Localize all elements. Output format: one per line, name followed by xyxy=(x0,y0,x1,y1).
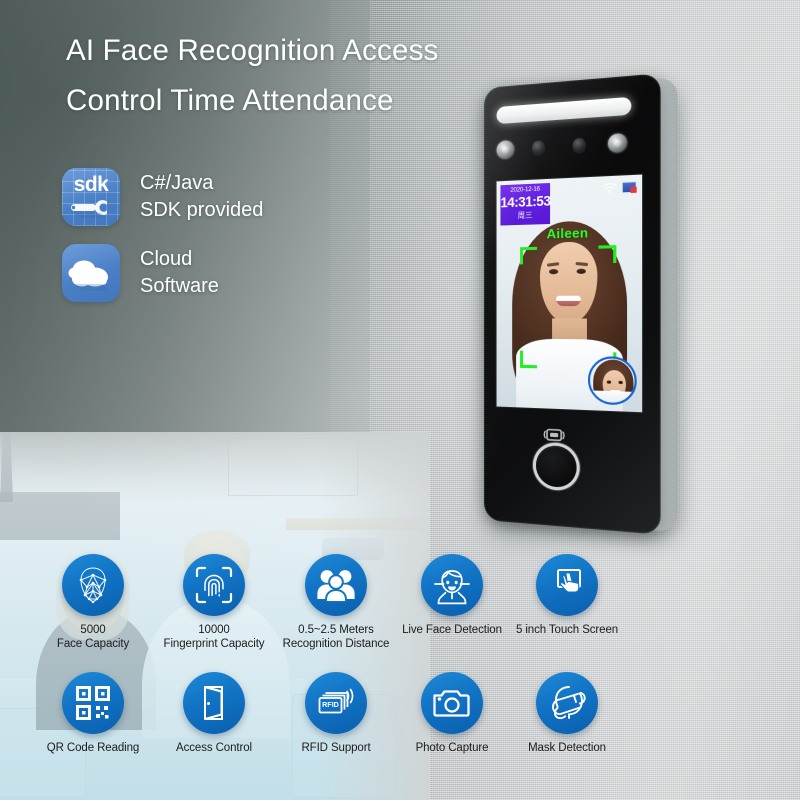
feature-rfid-support[interactable]: RFID RFID Support xyxy=(274,672,398,755)
camera-left-icon xyxy=(531,140,546,157)
feature-mask-detection[interactable]: Mask Detection xyxy=(505,672,629,755)
badge-cloud-label: Cloud Software xyxy=(140,248,219,297)
face-recognition-terminal: 2020-12-16 14:31:53 周三 Aileen xyxy=(470,73,690,548)
feature-qr-code-reading[interactable]: QR Code Reading xyxy=(31,672,155,755)
sensor-array xyxy=(496,130,643,161)
device-screen[interactable]: 2020-12-16 14:31:53 周三 Aileen xyxy=(496,174,643,413)
feature-label: 0.5~2.5 Meters Recognition Distance xyxy=(282,624,390,650)
feature-label: 5 inch Touch Screen xyxy=(515,624,619,636)
qr-code-icon xyxy=(62,672,124,734)
feature-label: QR Code Reading xyxy=(46,742,140,754)
touch-screen-icon xyxy=(536,554,598,616)
live-face-icon xyxy=(421,554,483,616)
badge-sdk-label: C#/Java SDK provided xyxy=(140,172,264,221)
datetime-widget: 2020-12-16 14:31:53 周三 xyxy=(500,182,551,226)
ir-light-right-icon xyxy=(607,133,628,154)
led-light-bar xyxy=(496,96,632,125)
open-door-icon xyxy=(183,672,245,734)
feature-row-top: 5000 Face Capacity 10000 Fingerprint Cap… xyxy=(0,554,800,672)
face-mesh-icon xyxy=(62,554,124,616)
rfid-card-icon: RFID xyxy=(305,672,367,734)
screen-time: 14:31:53 xyxy=(500,193,551,211)
feature-access-control[interactable]: Access Control xyxy=(152,672,276,755)
camera-right-icon xyxy=(572,137,586,155)
sdk-icon: sdk xyxy=(62,168,120,226)
feature-label: Live Face Detection xyxy=(402,624,502,636)
feature-face-capacity[interactable]: 5000 Face Capacity xyxy=(31,554,155,651)
face-bracket-top-right xyxy=(598,245,617,264)
fingerprint-button[interactable] xyxy=(535,444,577,489)
camera-icon xyxy=(421,672,483,734)
face-bracket-bottom-left xyxy=(520,350,537,369)
feature-fingerprint-capacity[interactable]: 10000 Fingerprint Capacity xyxy=(152,554,276,651)
feature-badge-list: sdk C#/Java SDK provided Cloud Software xyxy=(62,168,263,320)
page-title: AI Face Recognition Access Control Time … xyxy=(66,34,439,117)
feature-label: Mask Detection xyxy=(528,742,606,754)
cloud-icon xyxy=(62,244,120,302)
feature-touch-screen[interactable]: 5 inch Touch Screen xyxy=(505,554,629,637)
badge-cloud: Cloud Software xyxy=(62,244,263,302)
feature-grid: 5000 Face Capacity 10000 Fingerprint Cap… xyxy=(0,554,800,790)
device-front-panel: 2020-12-16 14:31:53 周三 Aileen xyxy=(484,73,661,535)
matched-face-thumbnail xyxy=(588,356,637,406)
people-group-icon xyxy=(305,554,367,616)
feature-recognition-distance[interactable]: 0.5~2.5 Meters Recognition Distance xyxy=(274,554,398,651)
svg-text:RFID: RFID xyxy=(322,700,339,709)
network-icon xyxy=(621,181,637,194)
face-mask-icon xyxy=(536,672,598,734)
wifi-icon xyxy=(603,182,618,194)
fingerprint-scan-icon xyxy=(183,554,245,616)
product-banner: AI Face Recognition Access Control Time … xyxy=(0,0,800,800)
screen-weekday: 周三 xyxy=(517,210,533,220)
face-bracket-top-left xyxy=(520,246,537,265)
feature-label: RFID Support xyxy=(301,742,371,754)
ir-light-left-icon xyxy=(496,140,515,160)
feature-label: Photo Capture xyxy=(415,742,489,754)
feature-photo-capture[interactable]: Photo Capture xyxy=(390,672,514,755)
feature-label: 10000 Fingerprint Capacity xyxy=(163,624,265,650)
rfid-card-icon xyxy=(543,427,565,444)
badge-sdk: sdk C#/Java SDK provided xyxy=(62,168,263,226)
feature-row-bottom: QR Code Reading Access Control RFID RFID… xyxy=(0,672,800,790)
feature-live-face-detection[interactable]: Live Face Detection xyxy=(390,554,514,637)
feature-label: Access Control xyxy=(176,742,252,754)
feature-label: 5000 Face Capacity xyxy=(56,624,130,650)
